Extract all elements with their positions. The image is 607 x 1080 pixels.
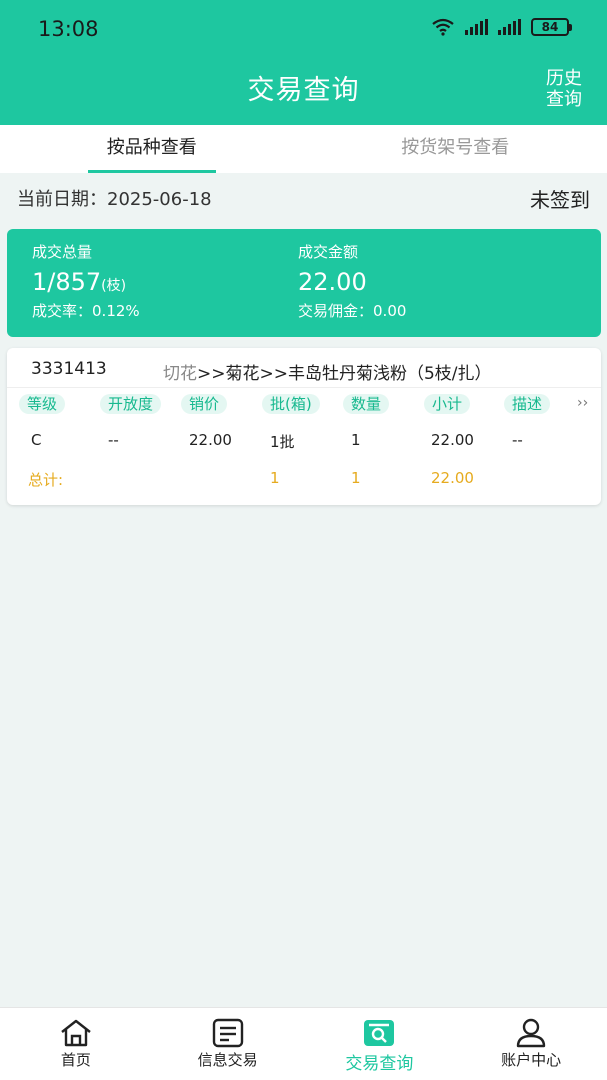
app-header: 13:08 84 交易查询 历史 查询	[0, 0, 607, 125]
cell-subtotal: 22.00	[431, 431, 474, 449]
nav-trade-query[interactable]: 交易查询	[304, 1008, 456, 1080]
cell-grade: C	[31, 431, 42, 449]
product-card[interactable]: 3331413 切花>>菊花>>丰岛牡丹菊浅粉（5枝/扎） 等级 开放度 销价 …	[7, 348, 601, 505]
column-header-quantity: 数量	[343, 394, 390, 414]
summary-left: 成交总量 1/857(枝) 成交率：0.12%	[32, 241, 140, 321]
total-qty-label: 成交总量	[32, 243, 93, 261]
column-header-description: 描述	[504, 394, 551, 414]
history-query-button[interactable]: 历史 查询	[541, 68, 587, 110]
date-label: 当前日期：	[17, 189, 107, 210]
battery-icon: 84	[531, 18, 572, 36]
total-qty-value: 1/857(枝)	[32, 268, 140, 296]
wifi-icon	[432, 18, 454, 36]
tab-by-shelf[interactable]: 按货架号查看	[304, 125, 607, 173]
page-title: 交易查询	[247, 75, 360, 106]
total-quantity: 1	[351, 469, 361, 487]
nav-account[interactable]: 账户中心	[455, 1008, 607, 1080]
summary-card: 成交总量 1/857(枝) 成交率：0.12% 成交金额 22.00 交易佣金：…	[7, 229, 601, 337]
total-qty-unit: (枝)	[101, 278, 127, 294]
product-variety: >>菊花>>丰岛牡丹菊浅粉（5枝/扎）	[197, 364, 492, 384]
column-header-batches: 批(箱)	[262, 394, 320, 414]
column-header-subtotal: 小计	[424, 394, 471, 414]
cell-price: 22.00	[189, 431, 232, 449]
active-tab-underline	[88, 170, 216, 173]
commission-label: 交易佣金：	[298, 302, 374, 320]
cell-batches: 1批	[270, 433, 295, 451]
search-doc-icon	[364, 1020, 395, 1046]
date-value: 2025-06-18	[107, 189, 212, 210]
date-row: 当前日期：2025-06-18 未签到	[17, 184, 590, 213]
column-header-openness: 开放度	[100, 394, 162, 414]
document-icon	[212, 1018, 243, 1048]
nav-info-trade-label: 信息交易	[197, 1051, 258, 1069]
nav-home[interactable]: 首页	[0, 1008, 152, 1080]
total-qty-number: 1/857	[32, 268, 102, 296]
status-time: 13:08	[38, 17, 99, 41]
product-code: 3331413	[31, 359, 107, 379]
deal-rate: 成交率：0.12%	[32, 300, 140, 321]
history-line2: 查询	[546, 89, 582, 110]
rate-label: 成交率：	[32, 302, 93, 320]
cell-quantity: 1	[351, 431, 361, 449]
column-header-grade: 等级	[19, 394, 66, 414]
view-tabs: 按品种查看 按货架号查看	[0, 125, 607, 173]
current-date: 当前日期：2025-06-18	[17, 185, 212, 211]
total-label: 总计:	[28, 471, 64, 489]
rate-value: 0.12%	[92, 302, 140, 320]
nav-info-trade[interactable]: 信息交易	[152, 1008, 304, 1080]
total-batches: 1	[270, 469, 280, 487]
signal-icon-2	[498, 19, 521, 35]
product-category: 切花	[163, 364, 197, 384]
scroll-right-icon[interactable]: ››	[577, 395, 588, 411]
signal-icon	[465, 19, 488, 35]
tab-by-variety[interactable]: 按品种查看	[0, 125, 304, 173]
status-icons: 84	[431, 18, 572, 36]
product-header: 3331413 切花>>菊花>>丰岛牡丹菊浅粉（5枝/扎）	[7, 348, 601, 388]
product-path: 切花>>菊花>>丰岛牡丹菊浅粉（5枝/扎）	[163, 359, 492, 384]
nav-home-label: 首页	[60, 1051, 91, 1069]
total-subtotal: 22.00	[431, 469, 474, 487]
amount-label: 成交金额	[298, 243, 359, 261]
commission-value: 0.00	[373, 302, 407, 320]
history-line1: 历史	[546, 68, 582, 89]
column-header-price: 销价	[181, 394, 228, 414]
sign-status[interactable]: 未签到	[530, 184, 590, 213]
nav-account-label: 账户中心	[501, 1051, 562, 1069]
tab-by-shelf-label: 按货架号查看	[401, 137, 510, 158]
amount-value: 22.00	[298, 268, 367, 296]
user-icon	[516, 1018, 546, 1048]
cell-description: --	[512, 431, 523, 449]
home-icon	[61, 1019, 91, 1047]
commission: 交易佣金：0.00	[298, 300, 406, 321]
summary-right: 成交金额 22.00 交易佣金：0.00	[298, 241, 406, 321]
bottom-nav: 首页 信息交易 交易查询 账户中心	[0, 1007, 607, 1080]
cell-openness: --	[108, 431, 119, 449]
nav-trade-query-label: 交易查询	[345, 1054, 414, 1074]
tab-by-variety-label: 按品种查看	[106, 137, 197, 158]
